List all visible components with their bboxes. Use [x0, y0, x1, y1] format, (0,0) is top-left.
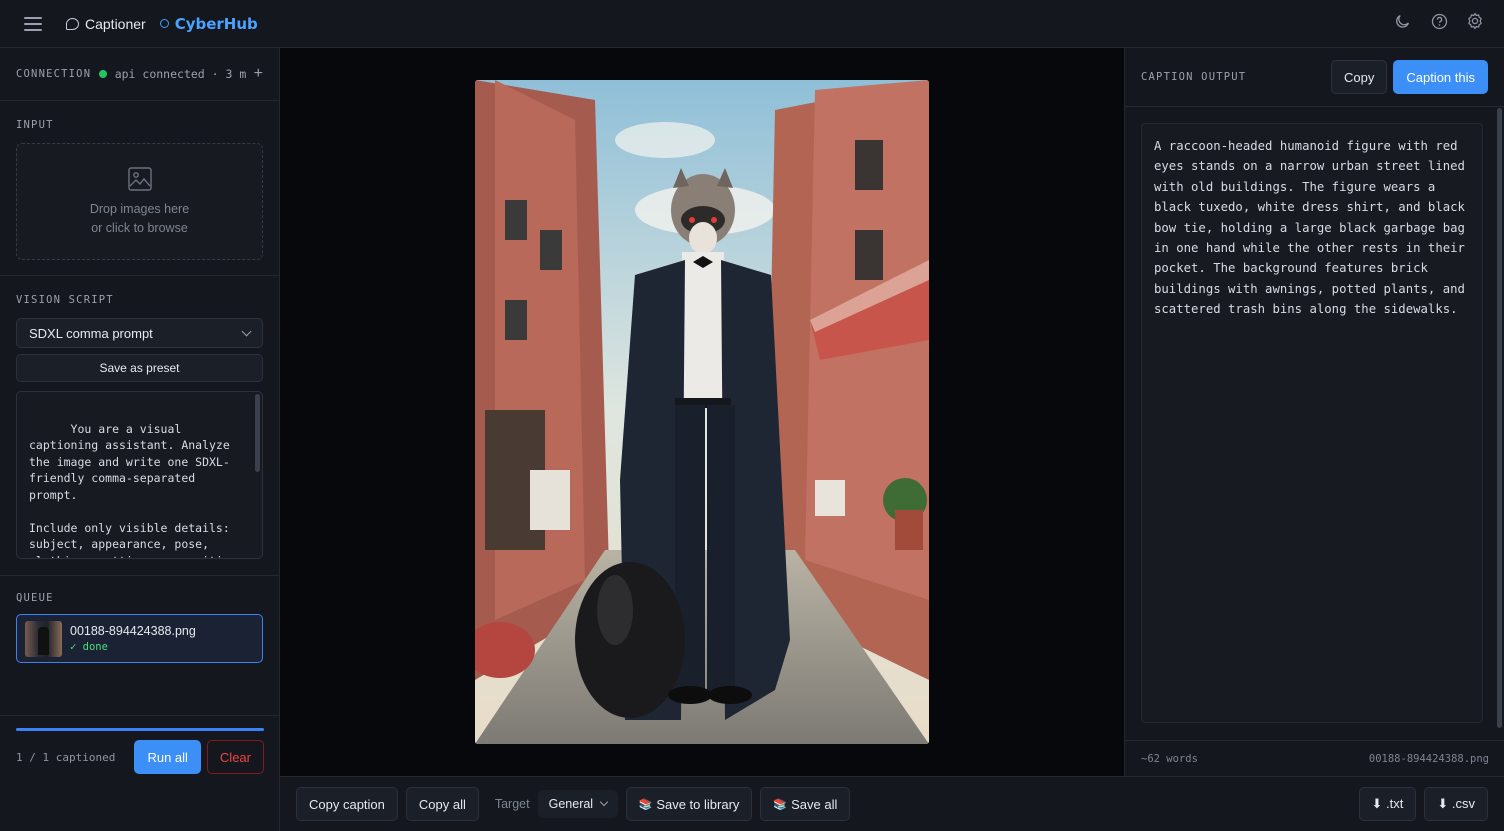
selected-script: SDXL comma prompt — [29, 325, 153, 341]
captioned-count: 1 / 1 captioned — [16, 750, 116, 764]
caption-progress — [16, 728, 264, 731]
sidebar: CONNECTION api connected · 3 moc + INPUT… — [0, 48, 280, 831]
image-preview-area — [280, 48, 1124, 776]
copy-all-button[interactable]: Copy all — [405, 787, 479, 821]
hub-brand[interactable]: CyberHub — [159, 15, 258, 33]
bottom-toolbar: Copy caption Copy all Target General 📚 S… — [280, 776, 1504, 831]
chevron-down-icon — [599, 797, 608, 807]
add-connection-button[interactable]: + — [254, 65, 263, 83]
script-scrollbar[interactable] — [255, 394, 260, 472]
save-all-label: Save all — [791, 796, 838, 812]
caption-text: A raccoon-headed humanoid figure with re… — [1154, 139, 1465, 317]
save-preset-button[interactable]: Save as preset — [16, 354, 263, 382]
help-icon[interactable] — [1430, 12, 1448, 30]
queue-thumbnail — [25, 620, 62, 657]
app-name: Captioner — [85, 15, 146, 32]
app-brand: Captioner — [66, 16, 146, 32]
hub-name[interactable]: CyberHub — [175, 15, 258, 33]
preview-image — [475, 80, 929, 744]
gear-icon[interactable] — [1466, 12, 1484, 30]
save-to-library-label: Save to library — [656, 796, 740, 812]
copy-caption-button[interactable]: Copy caption — [296, 787, 398, 821]
hub-ring-icon — [159, 19, 169, 28]
word-count: ~62 words — [1141, 752, 1198, 765]
script-text: You are a visual captioning assistant. A… — [29, 421, 244, 559]
output-filename: 00188-894424388.png — [1368, 752, 1489, 765]
connection-status: api connected · 3 moc — [114, 67, 246, 81]
download-txt-button[interactable]: ⬇ .txt — [1358, 787, 1417, 821]
target-select[interactable]: General — [537, 790, 618, 818]
caption-this-button[interactable]: Caption this — [1393, 60, 1488, 94]
vision-script-section: VISION SCRIPT SDXL comma prompt Save as … — [0, 276, 279, 576]
vision-script-label: VISION SCRIPT — [16, 294, 114, 306]
queue-item-name: 00188-894424388.png — [70, 624, 196, 638]
connection-label: CONNECTION — [16, 68, 92, 80]
caption-output-panel: CAPTION OUTPUT Copy Caption this A racco… — [1124, 48, 1504, 776]
output-scrollbar[interactable] — [1497, 108, 1502, 728]
image-dropzone[interactable]: Drop images here or click to browse — [16, 143, 263, 260]
queue-item-status: ✓ done — [70, 641, 108, 653]
queue-label: QUEUE — [16, 592, 54, 604]
moon-icon[interactable] — [1394, 12, 1412, 30]
caption-textarea[interactable]: A raccoon-headed humanoid figure with re… — [1141, 123, 1483, 723]
progress-fill — [16, 728, 264, 731]
save-to-library-button[interactable]: 📚 Save to library — [625, 787, 753, 821]
drop-text-2: or click to browse — [91, 220, 188, 235]
sidebar-footer: 1 / 1 captioned Run all Clear — [0, 715, 280, 831]
chevron-down-icon — [241, 326, 252, 336]
run-all-button[interactable]: Run all — [134, 740, 201, 774]
input-section: INPUT Drop images here or click to brows… — [0, 101, 279, 276]
chat-bubble-icon — [66, 17, 79, 30]
books-icon: 📚 — [638, 798, 653, 811]
top-bar: Captioner CyberHub — [0, 0, 1504, 48]
save-all-button[interactable]: 📚 Save all — [760, 787, 851, 821]
target-value: General — [548, 797, 594, 811]
status-dot — [99, 70, 107, 78]
image-icon — [127, 166, 152, 191]
input-label: INPUT — [16, 119, 54, 131]
target-label: Target — [494, 797, 530, 811]
drop-text-1: Drop images here — [89, 201, 190, 216]
books-icon: 📚 — [773, 798, 788, 811]
clear-button[interactable]: Clear — [206, 740, 264, 774]
menu-icon[interactable] — [24, 16, 42, 31]
script-textarea[interactable]: You are a visual captioning assistant. A… — [16, 391, 263, 559]
caption-output-label: CAPTION OUTPUT — [1141, 71, 1247, 83]
vision-script-select[interactable]: SDXL comma prompt — [16, 318, 263, 348]
connection-section: CONNECTION api connected · 3 moc + — [0, 48, 279, 101]
download-csv-button[interactable]: ⬇ .csv — [1424, 787, 1488, 821]
queue-section: QUEUE 00188-894424388.png ✓ done — [0, 576, 279, 715]
copy-button[interactable]: Copy — [1330, 60, 1388, 94]
queue-item[interactable]: 00188-894424388.png ✓ done — [16, 614, 263, 663]
